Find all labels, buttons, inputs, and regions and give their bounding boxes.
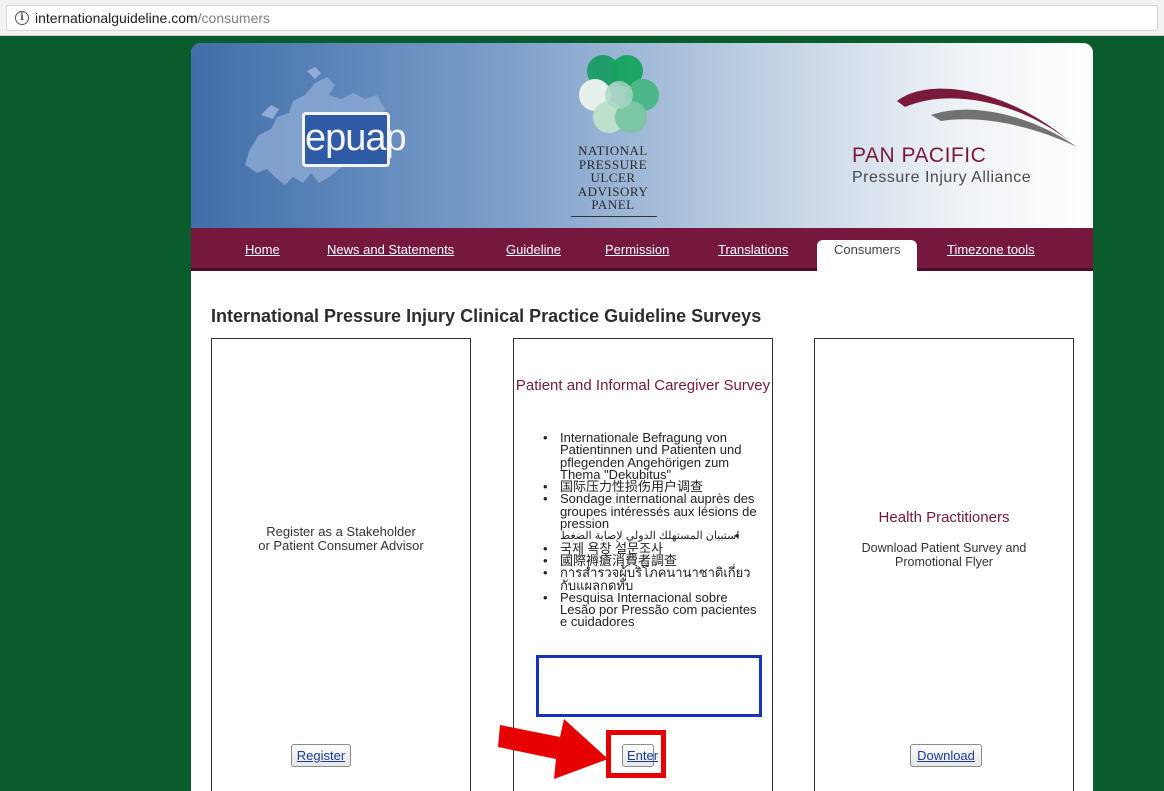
list-item: Sondage international auprès des groupes… xyxy=(540,493,766,531)
browser-address-bar: i internationalguideline.com/consumers xyxy=(0,0,1164,36)
survey-language-list: Internationale Befragung von Patientinne… xyxy=(540,431,766,629)
url-path: /consumers xyxy=(197,10,271,26)
arrow-right-icon xyxy=(498,719,608,779)
list-item: Pesquisa Internacional sobre Lesão por P… xyxy=(540,591,766,629)
info-icon[interactable]: i xyxy=(15,11,29,25)
register-card: Register as a Stakeholder or Patient Con… xyxy=(211,338,471,791)
panpacific-title: PAN PACIFIC xyxy=(852,144,987,167)
header-banner: epuap NATIONAL PRESSURE ULCER ADVISORY P… xyxy=(191,43,1093,228)
url-field[interactable]: i internationalguideline.com/consumers xyxy=(6,5,1158,31)
register-description: Register as a Stakeholder or Patient Con… xyxy=(212,525,470,553)
swoosh-icon xyxy=(897,88,1077,147)
page-title: International Pressure Injury Clinical P… xyxy=(211,306,762,326)
nav-translations[interactable]: Translations xyxy=(718,242,788,257)
health-text-line: Download Patient Survey and xyxy=(861,541,1027,555)
npuap-line: ADVISORY xyxy=(577,183,649,199)
patient-survey-title: Patient and Informal Caregiver Survey xyxy=(515,377,771,394)
npuap-circles-icon xyxy=(579,55,659,133)
health-practitioners-title: Health Practitioners xyxy=(878,509,1010,526)
nav-permission[interactable]: Permission xyxy=(605,242,669,257)
nav-consumers[interactable]: Consumers xyxy=(817,240,918,271)
enter-highlight-box xyxy=(606,730,666,778)
nav-guideline[interactable]: Guideline xyxy=(506,242,561,257)
epuap-logo: epuap xyxy=(302,112,407,167)
health-text-line: Promotional Flyer xyxy=(895,555,993,569)
list-item: การสำรวจผู้บริโภคนานาชาติเกี่ยวกับแผลกดท… xyxy=(540,566,766,592)
npuap-logo: NATIONAL PRESSURE ULCER ADVISORY PANEL xyxy=(563,55,673,225)
npuap-line: NATIONAL xyxy=(578,143,648,158)
npuap-line: PRESSURE xyxy=(578,156,648,172)
nav-home[interactable]: Home xyxy=(245,242,280,257)
register-text-line: or Patient Consumer Advisor xyxy=(258,538,424,553)
npuap-wordmark: NATIONAL PRESSURE ULCER ADVISORY PANEL xyxy=(563,144,663,212)
npuap-line: ULCER xyxy=(590,170,636,185)
npuap-line: PANEL xyxy=(591,197,635,212)
list-item: Internationale Befragung von Patientinne… xyxy=(540,431,766,481)
register-button[interactable]: Register xyxy=(291,744,351,767)
health-practitioners-card: Health Practitioners Download Patient Su… xyxy=(814,338,1074,791)
url-host: internationalguideline.com xyxy=(35,10,198,26)
nav-timezone-tools[interactable]: Timezone tools xyxy=(947,242,1035,257)
nav-news-and-statements[interactable]: News and Statements xyxy=(327,242,454,257)
npuap-underline xyxy=(571,216,657,217)
download-button[interactable]: Download xyxy=(910,744,982,767)
register-text-line: Register as a Stakeholder xyxy=(266,524,416,539)
panpacific-logo: PAN PACIFIC Pressure Injury Alliance xyxy=(841,81,1081,191)
health-practitioners-description: Download Patient Survey and Promotional … xyxy=(815,541,1073,569)
main-nav: Home News and Statements Guideline Permi… xyxy=(191,228,1093,271)
panpacific-subtitle: Pressure Injury Alliance xyxy=(852,169,1032,186)
